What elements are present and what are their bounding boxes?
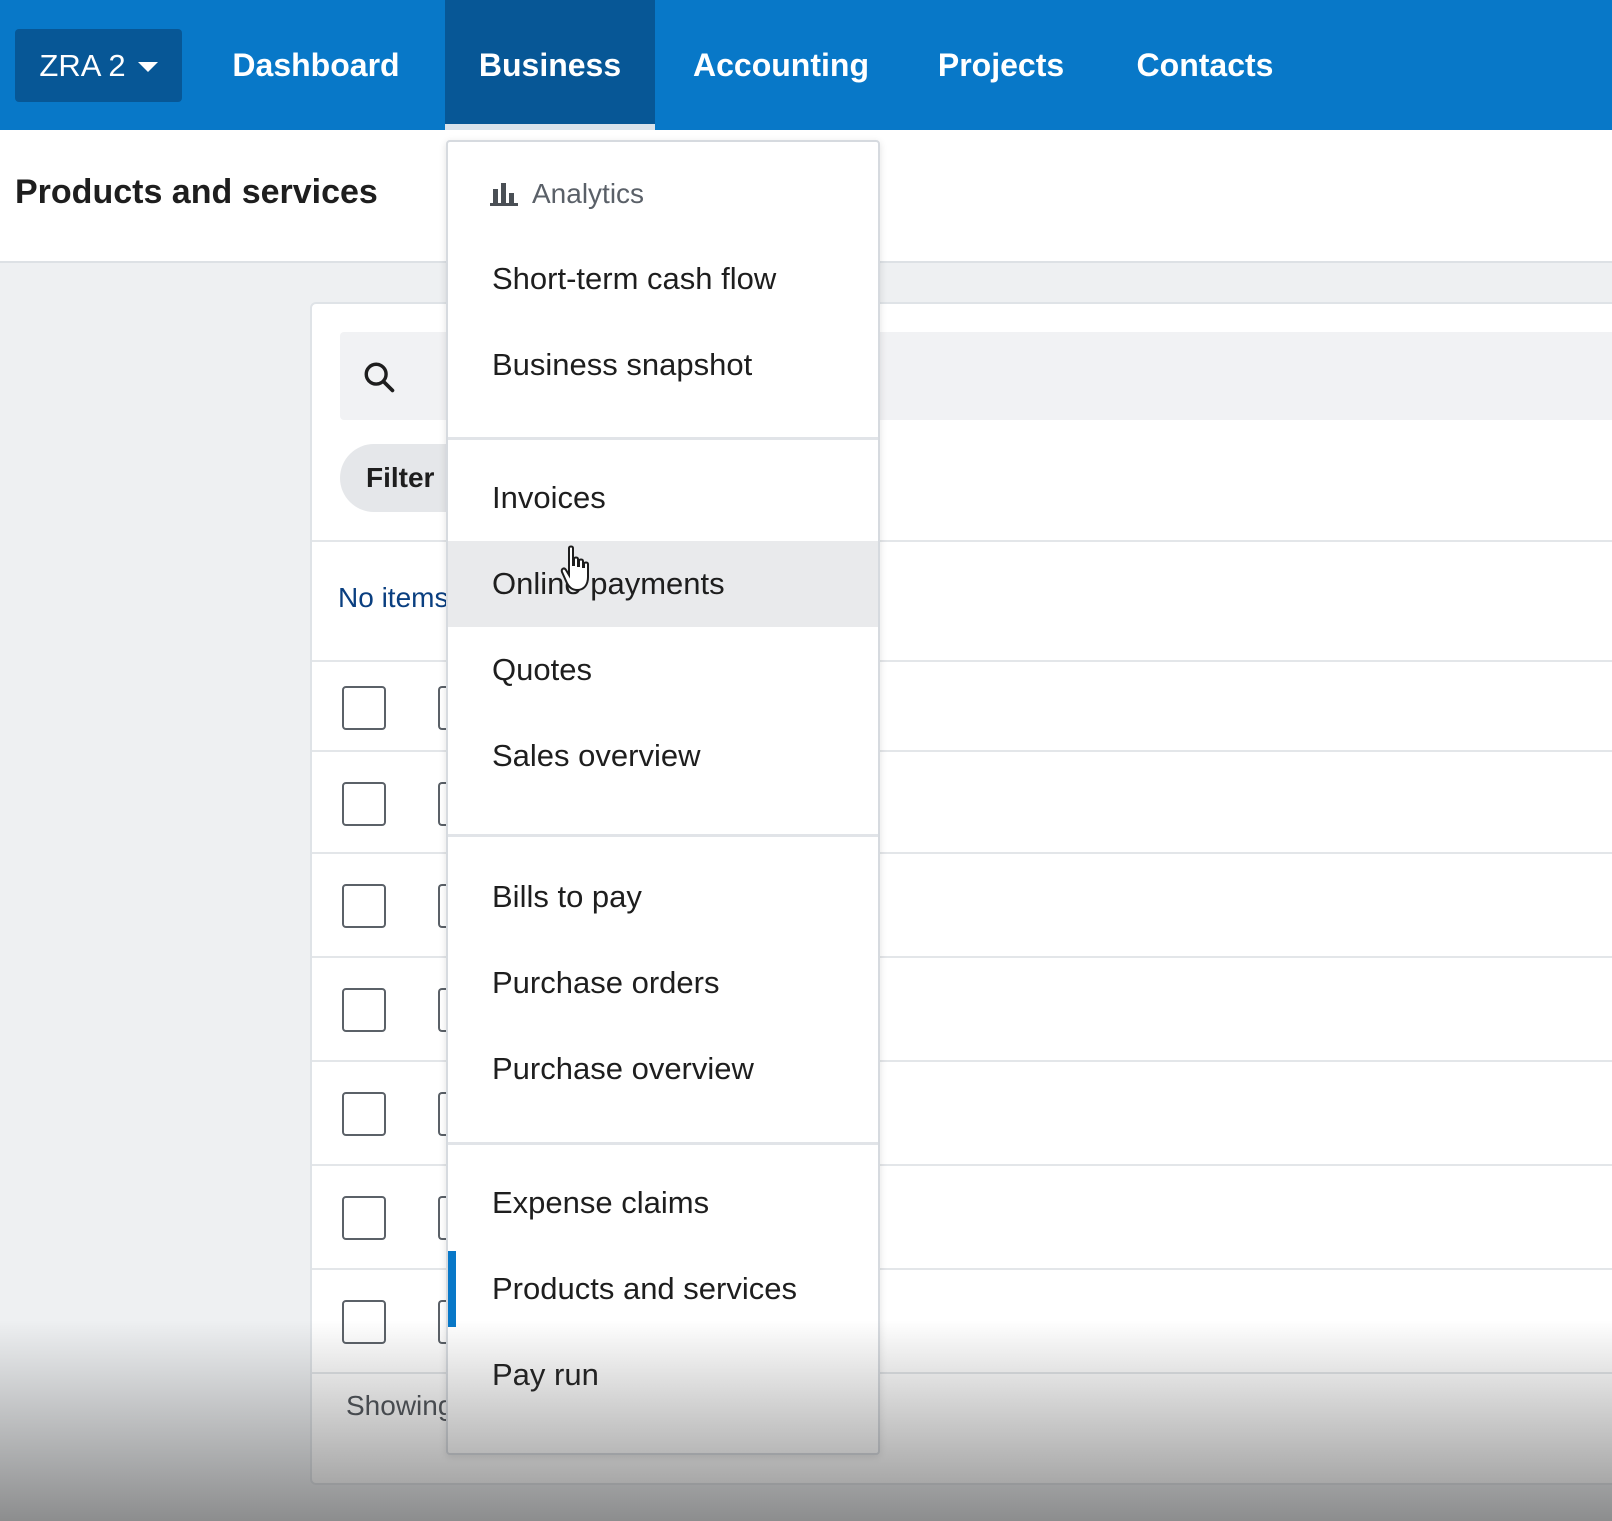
pagination-summary: Showing <box>346 1390 454 1421</box>
menu-item-pay-run[interactable]: Pay run <box>448 1332 878 1418</box>
analytics-label: Analytics <box>532 178 645 209</box>
nav-accounting[interactable]: Accounting <box>670 0 892 130</box>
page-title: Products and services <box>15 173 378 211</box>
row-checkbox[interactable] <box>342 1300 386 1344</box>
nav-dashboard[interactable]: Dashboard <box>205 0 427 130</box>
row-checkbox[interactable] <box>342 1196 386 1240</box>
menu-item-business-snapshot[interactable]: Business snapshot <box>448 322 878 408</box>
empty-state-text: No items <box>338 582 449 613</box>
menu-separator <box>448 834 878 837</box>
top-navigation: ZRA 2 Dashboard Business Accounting Proj… <box>0 0 1612 130</box>
menu-item-expense-claims[interactable]: Expense claims <box>448 1160 878 1246</box>
row-checkbox[interactable] <box>342 988 386 1032</box>
business-dropdown-menu: Analytics Short-term cash flow Business … <box>446 140 880 1455</box>
menu-item-products-and-services[interactable]: Products and services <box>448 1246 878 1332</box>
menu-item-short-term-cash-flow[interactable]: Short-term cash flow <box>448 236 878 322</box>
hand-pointer-icon <box>560 545 589 592</box>
menu-item-online-payments[interactable]: Online payments <box>448 541 878 627</box>
menu-item-quotes[interactable]: Quotes <box>448 627 878 713</box>
menu-item-purchase-overview[interactable]: Purchase overview <box>448 1026 878 1112</box>
organisation-name: ZRA 2 <box>39 47 126 83</box>
row-checkbox[interactable] <box>342 686 386 730</box>
organisation-switcher[interactable]: ZRA 2 <box>15 29 182 102</box>
caret-down-icon <box>137 61 158 72</box>
nav-projects[interactable]: Projects <box>910 0 1092 130</box>
menu-item-purchase-orders[interactable]: Purchase orders <box>448 940 878 1026</box>
row-checkbox[interactable] <box>342 884 386 928</box>
row-checkbox[interactable] <box>342 1092 386 1136</box>
menu-item-sales-overview[interactable]: Sales overview <box>448 713 878 799</box>
nav-business[interactable]: Business <box>445 0 655 130</box>
menu-item-bills-to-pay[interactable]: Bills to pay <box>448 854 878 940</box>
nav-contacts[interactable]: Contacts <box>1110 0 1300 130</box>
row-checkbox[interactable] <box>342 782 386 826</box>
menu-separator <box>448 437 878 440</box>
menu-section-header: Analytics <box>490 178 644 210</box>
search-icon <box>364 362 395 393</box>
menu-separator <box>448 1142 878 1145</box>
menu-item-invoices[interactable]: Invoices <box>448 455 878 541</box>
bar-chart-icon <box>490 183 518 206</box>
